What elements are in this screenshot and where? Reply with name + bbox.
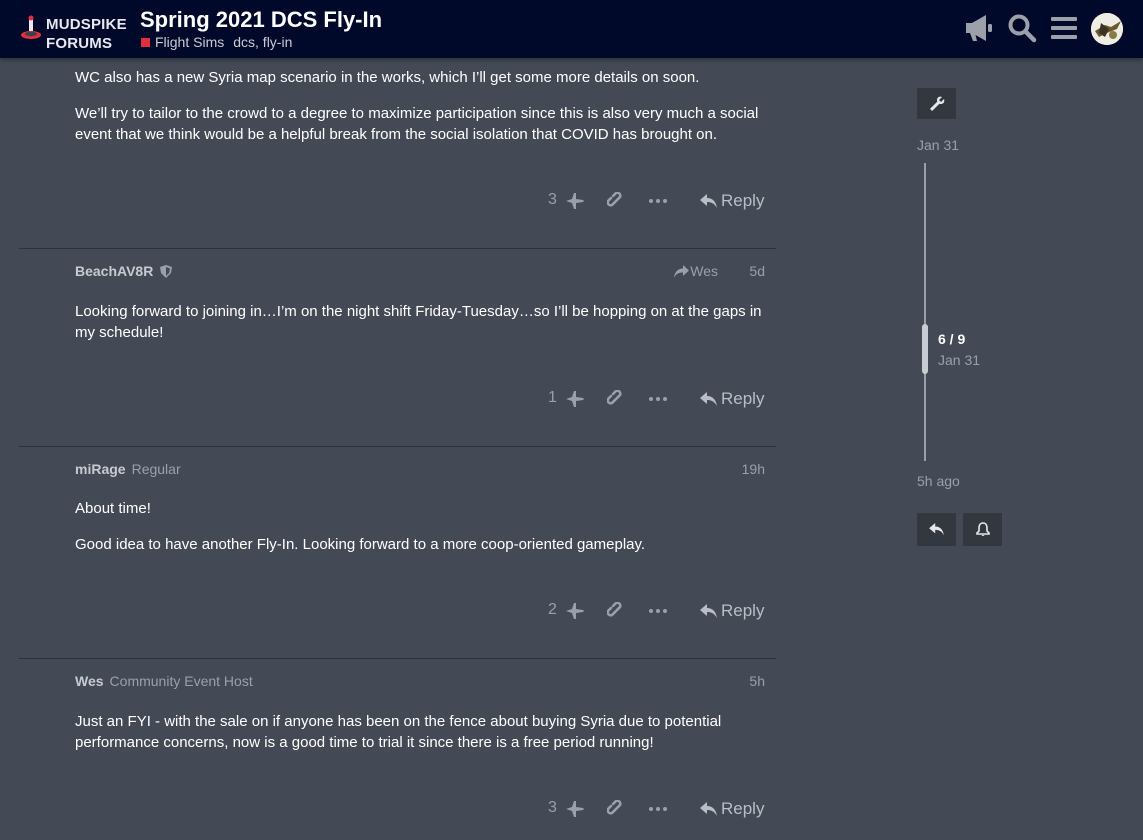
post-body: Just an FYI - with the sale on if anyone…	[75, 711, 775, 753]
like-count[interactable]: 2	[548, 601, 557, 619]
topic-tags[interactable]: dcs, fly-in	[233, 34, 292, 50]
search-icon[interactable]	[1007, 13, 1037, 43]
share-arrow-icon	[674, 264, 690, 278]
post-paragraph: Just an FYI - with the sale on if anyone…	[75, 713, 722, 751]
bell-icon	[975, 522, 990, 537]
logo-line-1: MUDSPIKE	[46, 16, 127, 33]
post-paragraph: About time!	[75, 500, 151, 517]
reply-arrow-icon	[929, 523, 944, 536]
like-jet-icon[interactable]	[566, 603, 584, 619]
like-count[interactable]: 1	[548, 389, 557, 407]
reply-button[interactable]: Reply	[700, 599, 764, 623]
link-icon[interactable]	[607, 800, 625, 818]
username-text[interactable]: miRage	[75, 461, 126, 477]
timeline-start-date[interactable]: Jan 31	[917, 137, 959, 153]
timeline-reply-button[interactable]	[917, 513, 956, 546]
site-header: MUDSPIKE FORUMS Spring 2021 DCS Fly-In F…	[0, 0, 1143, 58]
logo-text: MUDSPIKE FORUMS	[46, 15, 127, 53]
post-header: BeachAV8R Wes 5d	[75, 263, 765, 283]
more-options-icon[interactable]	[649, 199, 667, 203]
megaphone-icon[interactable]	[962, 13, 994, 43]
post-actions: 2 Reply	[530, 599, 770, 623]
shield-icon	[160, 265, 173, 278]
topic-admin-button[interactable]	[917, 88, 956, 119]
post-actions: 1 Reply	[530, 387, 770, 411]
username-text[interactable]: Wes	[75, 673, 104, 689]
more-options-icon[interactable]	[649, 807, 667, 811]
post-divider	[19, 658, 776, 659]
username[interactable]: miRage Regular	[75, 461, 181, 477]
post-header: miRage Regular 19h	[75, 461, 765, 481]
category-link[interactable]: Flight Sims	[155, 34, 224, 50]
like-count[interactable]: 3	[548, 799, 557, 817]
link-icon[interactable]	[607, 390, 625, 408]
notification-button[interactable]	[963, 513, 1002, 546]
topic-meta: Flight Sims dcs, fly-in	[141, 34, 292, 50]
timeline-scroll-handle[interactable]	[922, 324, 928, 374]
username[interactable]: Wes Community Event Host	[75, 673, 253, 689]
category-color-badge	[141, 37, 150, 47]
post-body: WC also has a new Syria map scenario in …	[75, 67, 775, 145]
reply-label: Reply	[721, 191, 765, 210]
post-divider	[19, 446, 776, 447]
timeline-position-date: Jan 31	[938, 352, 981, 368]
reply-to-indicator[interactable]: Wes	[674, 263, 718, 279]
like-jet-icon[interactable]	[566, 801, 584, 817]
post-actions: 3 Reply	[530, 189, 770, 213]
reply-label: Reply	[721, 799, 765, 818]
user-avatar[interactable]	[1091, 13, 1123, 45]
link-icon[interactable]	[607, 602, 625, 620]
like-jet-icon[interactable]	[566, 391, 584, 407]
like-jet-icon[interactable]	[566, 193, 584, 209]
post-header: Wes Community Event Host 5h	[75, 673, 765, 693]
post-paragraph: We’ll try to tailor to the crowd to a de…	[75, 105, 759, 143]
more-options-icon[interactable]	[649, 609, 667, 613]
reply-arrow-icon	[700, 193, 717, 208]
wrench-icon	[929, 96, 944, 111]
username-text[interactable]: BeachAV8R	[75, 263, 153, 279]
logo-line-2: FORUMS	[46, 35, 113, 52]
avatar-image	[1091, 13, 1123, 45]
link-icon[interactable]	[607, 192, 625, 210]
user-title: Community Event Host	[109, 673, 253, 689]
post-date[interactable]: 5d	[749, 263, 765, 279]
topic-title[interactable]: Spring 2021 DCS Fly-In	[140, 7, 382, 33]
timeline-track[interactable]	[924, 163, 926, 461]
post-paragraph: Good idea to have another Fly-In. Lookin…	[75, 536, 646, 553]
timeline-end-label[interactable]: 5h ago	[917, 473, 960, 489]
post-divider	[19, 248, 776, 249]
reply-to-user[interactable]: Wes	[690, 263, 718, 279]
post-date[interactable]: 19h	[742, 461, 765, 477]
user-title: Regular	[131, 461, 181, 477]
reply-button[interactable]: Reply	[700, 189, 764, 213]
timeline-position: 6 / 9	[938, 331, 966, 347]
more-options-icon[interactable]	[649, 397, 667, 401]
like-count[interactable]: 3	[548, 191, 557, 209]
joystick-logo-icon	[21, 15, 41, 39]
hamburger-menu-icon[interactable]	[1051, 16, 1077, 40]
reply-arrow-icon	[700, 801, 717, 816]
post-paragraph: WC also has a new Syria map scenario in …	[75, 69, 700, 86]
reply-arrow-icon	[700, 391, 717, 406]
reply-arrow-icon	[700, 603, 717, 618]
post-actions: 3 Reply	[530, 797, 770, 821]
post-paragraph: Looking forward to joining in…I’m on the…	[75, 303, 762, 341]
reply-button[interactable]: Reply	[700, 387, 764, 411]
post-date[interactable]: 5h	[749, 673, 765, 689]
username[interactable]: BeachAV8R	[75, 263, 173, 279]
reply-button[interactable]: Reply	[700, 797, 764, 821]
reply-label: Reply	[721, 389, 765, 408]
post-body: Looking forward to joining in…I’m on the…	[75, 301, 775, 343]
site-logo[interactable]: MUDSPIKE FORUMS	[19, 15, 131, 55]
reply-label: Reply	[721, 601, 765, 620]
post-body: About time! Good idea to have another Fl…	[75, 498, 775, 555]
